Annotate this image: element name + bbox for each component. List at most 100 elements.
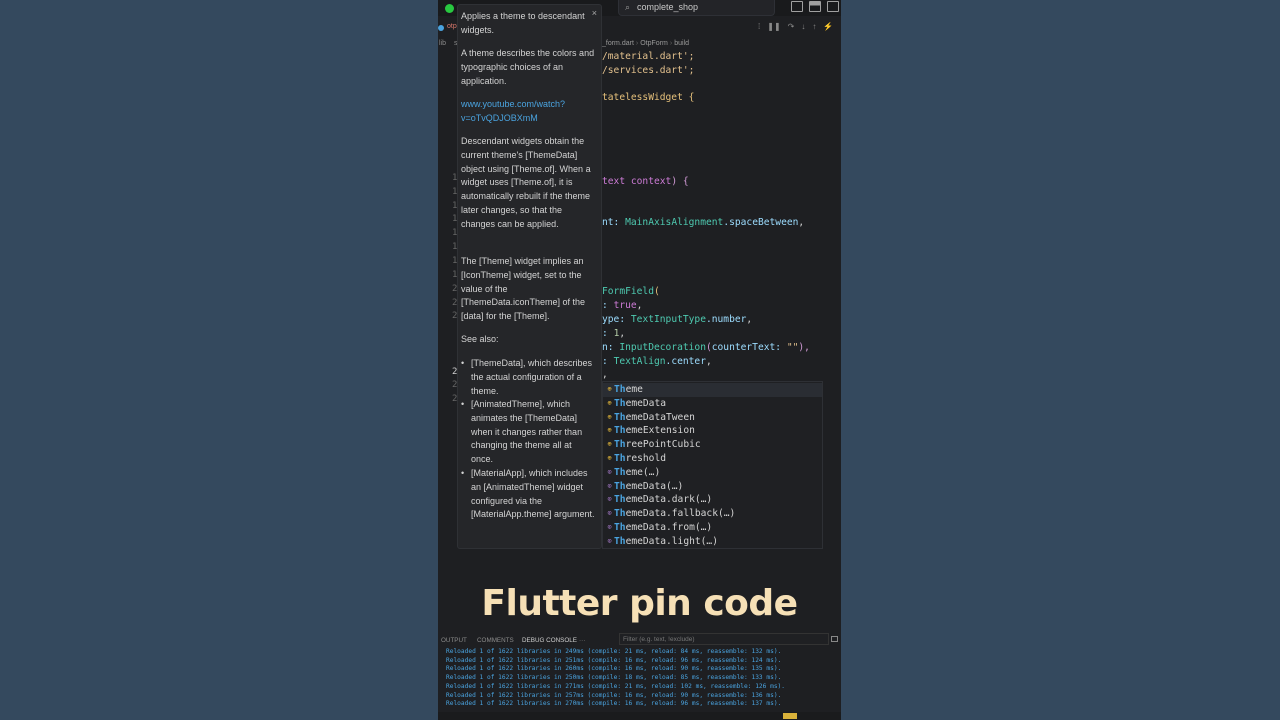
code-line: /material.dart'; xyxy=(602,51,695,62)
bullet-icon: • xyxy=(461,468,465,478)
suggestion-label: ThemeExtension xyxy=(614,425,695,437)
method-icon: ⊙ xyxy=(607,467,612,476)
layout-controls xyxy=(791,1,839,14)
bullet-icon: • xyxy=(461,399,465,409)
workspace-name: complete_shop xyxy=(637,2,699,12)
code-line: ype: TextInputType.number, xyxy=(602,314,753,325)
code-line: , xyxy=(602,369,608,380)
pause-icon[interactable]: ❚❚ xyxy=(767,22,780,34)
suggestion-item[interactable]: ⊕ ThemeExtension xyxy=(603,424,822,438)
suggestion-item[interactable]: ⊕ Theme xyxy=(603,383,822,397)
method-icon: ⊙ xyxy=(607,509,612,518)
code-line: tatelessWidget { xyxy=(602,92,695,103)
class-icon: ⊕ xyxy=(607,426,612,435)
toggle-secondary-sidebar-icon[interactable] xyxy=(827,1,839,12)
toggle-sidebar-icon[interactable] xyxy=(791,1,803,12)
breadcrumb-method[interactable]: build xyxy=(674,40,689,47)
code-line: n: InputDecoration(counterText: ""), xyxy=(602,342,810,353)
suggestion-item[interactable]: ⊙ ThemeData(…) xyxy=(603,480,822,494)
suggestion-label: Theme xyxy=(614,384,643,395)
suggestion-label: ThemeData.light(…) xyxy=(614,535,718,547)
doc-paragraph: The [Theme] widget implies an [IconTheme… xyxy=(461,256,586,322)
class-icon: ⊕ xyxy=(607,398,612,407)
method-icon: ⊙ xyxy=(607,523,612,531)
breadcrumb-separator-icon: › xyxy=(635,40,639,47)
more-actions-icon[interactable]: ··· xyxy=(579,637,585,644)
suggestion-item[interactable]: ⊙ ThemeData.from(…) xyxy=(603,521,822,535)
tab-label: otp xyxy=(447,23,457,30)
suggestion-item[interactable]: ⊙ ThemeData.light(…) xyxy=(603,535,822,549)
breadcrumb-separator-icon: › xyxy=(669,40,673,47)
step-over-icon[interactable]: ↷ xyxy=(788,22,795,34)
status-bar xyxy=(438,712,841,720)
suggestion-label: ThemeData(…) xyxy=(614,480,684,492)
code-line: : true, xyxy=(602,300,643,311)
suggestion-label: ThemeData.from(…) xyxy=(614,522,713,533)
close-window-button[interactable] xyxy=(445,4,454,13)
suggestion-item[interactable]: ⊕ ThemeDataTween xyxy=(603,411,822,425)
breadcrumb-file[interactable]: _form.dart xyxy=(602,40,634,47)
doc-bullet: [ThemeData], which describes the actual … xyxy=(471,358,593,396)
suggestion-label: Threshold xyxy=(614,453,666,464)
bullet-icon: • xyxy=(461,358,465,368)
console-line: Reloaded 1 of 1622 libraries in 249ms (c… xyxy=(446,648,782,655)
suggestion-label: ThemeData.fallback(…) xyxy=(614,508,736,520)
doc-bullet: [MaterialApp], which includes an [Animat… xyxy=(471,468,595,520)
class-icon: ⊕ xyxy=(607,440,612,449)
code-line: text context) { xyxy=(602,176,689,187)
method-icon: ⊙ xyxy=(607,495,612,504)
suggestion-item[interactable]: ⊕ ThreePointCubic xyxy=(603,438,822,452)
step-into-icon[interactable]: ↓ xyxy=(801,22,805,34)
suggestion-label: ThemeData.dark(…) xyxy=(614,494,713,506)
suggestion-label: Theme(…) xyxy=(614,466,661,478)
console-line: Reloaded 1 of 1622 libraries in 251ms (c… xyxy=(446,656,782,664)
hot-restart-icon[interactable]: ↻ xyxy=(840,22,841,34)
suggestion-item[interactable]: ⊕ Threshold xyxy=(603,452,822,466)
suggestion-item[interactable]: ⊙ ThemeData.fallback(…) xyxy=(603,507,822,521)
autocomplete-suggestions[interactable]: ⊕ Theme ⊕ ThemeData ⊕ ThemeDataTween ⊕ ThemeExt… xyxy=(602,381,823,549)
video-caption-title: Flutter pin code xyxy=(481,583,798,624)
search-icon: ⌕ xyxy=(625,2,631,12)
hot-reload-icon[interactable]: ⚡ xyxy=(823,22,833,34)
editor-window: ⌕ complete_shop otp lib s ⁞ ❚❚ ↷ ↓ ↑ ⚡ ↻… xyxy=(438,0,841,720)
editor-tab[interactable]: otp xyxy=(438,22,458,36)
tab-comments[interactable]: COMMENTS xyxy=(477,637,514,644)
code-line: : TextAlign.center, xyxy=(602,356,712,367)
method-icon: ⊙ xyxy=(607,536,612,545)
class-icon: ⊕ xyxy=(607,385,612,393)
suggestion-label: ThemeData xyxy=(614,397,666,409)
step-out-icon[interactable]: ↑ xyxy=(812,22,816,34)
toggle-panel-icon[interactable] xyxy=(809,1,821,12)
suggestion-label: ThreePointCubic xyxy=(614,439,701,451)
console-line: Reloaded 1 of 1622 libraries in 250ms (c… xyxy=(446,674,782,682)
doc-bullet: [AnimatedTheme], which animates the [The… xyxy=(471,399,583,465)
suggestion-item[interactable]: ⊙ Theme(…) xyxy=(603,466,822,480)
console-line: Reloaded 1 of 1622 libraries in 257ms (c… xyxy=(446,691,782,699)
code-line: : 1, xyxy=(602,328,626,339)
tab-output[interactable]: OUTPUT xyxy=(441,637,467,644)
status-indicator[interactable] xyxy=(783,713,797,719)
tab-debug-console[interactable]: DEBUG CONSOLE xyxy=(522,637,577,644)
doc-link[interactable]: www.youtube.com/watch?v=oTvQDJOBXmM xyxy=(461,98,596,126)
breadcrumb-class[interactable]: OtpForm xyxy=(640,40,668,47)
explorer-folder-label[interactable]: lib xyxy=(439,40,446,47)
breadcrumb: _form.dart › OtpForm › build xyxy=(602,40,689,47)
command-center-search[interactable]: ⌕ complete_shop xyxy=(618,0,775,16)
doc-see-also: See also: xyxy=(461,334,499,344)
hover-documentation-popup: × Applies a theme to descendant widgets.… xyxy=(457,4,602,549)
drag-handle-icon[interactable]: ⁞ xyxy=(758,22,760,34)
dart-file-icon xyxy=(438,25,444,31)
debug-toolbar: ⁞ ❚❚ ↷ ↓ ↑ ⚡ ↻ xyxy=(758,22,841,34)
clear-console-icon[interactable] xyxy=(831,636,838,642)
console-filter-input[interactable]: Filter (e.g. text, !exclude) xyxy=(619,633,829,645)
doc-paragraph: Descendant widgets obtain the current th… xyxy=(461,136,591,229)
suggestion-item[interactable]: ⊕ ThemeData xyxy=(603,397,822,411)
code-line: /services.dart'; xyxy=(602,65,695,76)
class-icon: ⊕ xyxy=(607,454,612,462)
suggestion-item[interactable]: ⊙ ThemeData.dark(…) xyxy=(603,493,822,507)
doc-summary: Applies a theme to descendant widgets. xyxy=(461,11,585,35)
class-icon: ⊕ xyxy=(607,412,612,421)
console-line: Reloaded 1 of 1622 libraries in 271ms (c… xyxy=(446,682,785,690)
code-line: FormField( xyxy=(602,286,660,297)
suggestion-label: ThemeDataTween xyxy=(614,411,695,423)
